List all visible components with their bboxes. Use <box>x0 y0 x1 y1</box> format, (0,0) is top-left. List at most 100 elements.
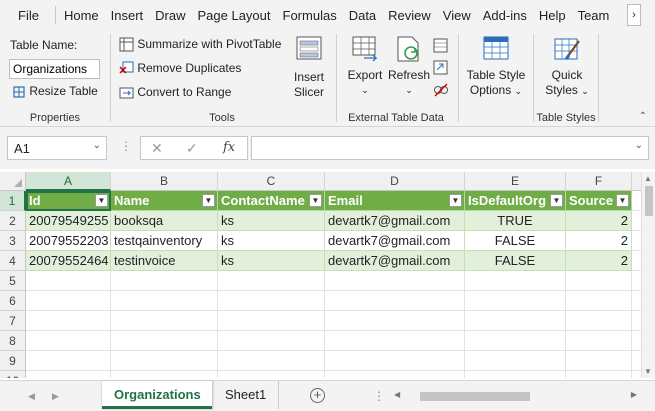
row-header[interactable]: 7 <box>0 311 26 331</box>
column-header[interactable]: B <box>111 172 218 191</box>
scroll-up-icon[interactable]: ▲ <box>644 174 652 183</box>
column-header-empty[interactable] <box>632 172 641 191</box>
empty-cell[interactable] <box>325 291 465 311</box>
empty-cell[interactable] <box>111 371 218 378</box>
enter-icon[interactable]: ✓ <box>186 140 198 157</box>
empty-cell[interactable] <box>566 271 632 291</box>
empty-cell[interactable] <box>465 271 566 291</box>
add-sheet-icon[interactable]: + <box>310 388 325 403</box>
horizontal-scrollbar[interactable]: ◀ ▶ <box>390 390 639 403</box>
next-sheet-icon[interactable]: ▶ <box>52 391 59 402</box>
table-cell[interactable]: devartk7@gmail.com <box>325 231 465 251</box>
vertical-scrollbar[interactable]: ▲ ▼ <box>641 172 655 378</box>
row-header[interactable]: 1 <box>0 191 26 211</box>
empty-cell[interactable] <box>632 371 641 378</box>
empty-cell[interactable] <box>325 351 465 371</box>
scroll-left-icon[interactable]: ◀ <box>394 390 400 399</box>
empty-cell[interactable] <box>325 331 465 351</box>
table-cell[interactable]: TRUE <box>465 211 566 231</box>
quick-styles-button[interactable]: Quick Styles ⌄ <box>540 34 594 99</box>
table-name-input[interactable] <box>9 59 100 79</box>
empty-cell[interactable] <box>218 351 325 371</box>
empty-cell[interactable] <box>26 371 111 378</box>
table-header-cell[interactable]: Source ▼ <box>566 191 632 211</box>
empty-cell[interactable] <box>465 311 566 331</box>
name-box[interactable]: A1 ⌄ <box>7 136 107 160</box>
convert-range-button[interactable]: Convert to Range <box>119 85 231 100</box>
insert-slicer-button[interactable]: Insert Slicer <box>289 34 329 100</box>
tab-data[interactable]: Data <box>343 8 382 23</box>
sheet-tab-sheet1[interactable]: Sheet1 <box>212 381 280 409</box>
tab-help[interactable]: Help <box>533 8 572 23</box>
table-cell[interactable]: devartk7@gmail.com <box>325 211 465 231</box>
empty-cell[interactable] <box>465 291 566 311</box>
empty-cell[interactable] <box>632 191 641 211</box>
properties-icon[interactable] <box>433 38 449 57</box>
refresh-button[interactable]: Refresh ⌄ <box>387 34 431 98</box>
table-cell[interactable]: ks <box>218 231 325 251</box>
table-header-cell[interactable]: Id ▼ <box>26 191 111 211</box>
empty-cell[interactable] <box>632 231 641 251</box>
row-header[interactable]: 5 <box>0 271 26 291</box>
empty-cell[interactable] <box>465 371 566 378</box>
empty-cell[interactable] <box>325 271 465 291</box>
filter-dropdown-icon[interactable]: ▼ <box>95 194 108 207</box>
row-header[interactable]: 8 <box>0 331 26 351</box>
table-cell[interactable]: 2 <box>566 211 632 231</box>
tab-formulas[interactable]: Formulas <box>277 8 343 23</box>
tab-add-ins[interactable]: Add-ins <box>477 8 533 23</box>
table-cell[interactable]: 20079549255 <box>26 211 111 231</box>
column-header[interactable]: A <box>26 172 111 191</box>
prev-sheet-icon[interactable]: ◀ <box>28 391 35 402</box>
more-options-icon[interactable]: ⋮ <box>120 139 132 153</box>
empty-cell[interactable] <box>111 331 218 351</box>
tab-insert[interactable]: Insert <box>105 8 150 23</box>
filter-dropdown-icon[interactable]: ▼ <box>550 194 563 207</box>
empty-cell[interactable] <box>111 271 218 291</box>
table-cell[interactable]: 2 <box>566 251 632 271</box>
empty-cell[interactable] <box>218 271 325 291</box>
table-cell[interactable]: FALSE <box>465 251 566 271</box>
row-header[interactable]: 3 <box>0 231 26 251</box>
more-options-icon[interactable]: ⋮ <box>373 389 385 403</box>
table-cell[interactable]: ks <box>218 251 325 271</box>
chevron-down-icon[interactable]: ⌄ <box>93 140 101 151</box>
tab-file[interactable]: File <box>0 8 53 23</box>
empty-cell[interactable] <box>218 371 325 378</box>
empty-cell[interactable] <box>566 331 632 351</box>
table-cell[interactable]: 20079552464 <box>26 251 111 271</box>
spreadsheet-grid[interactable]: A B C D E F 1 2 3 4 5 6 7 8 9 10 Id ▼ Nam… <box>0 172 641 378</box>
empty-cell[interactable] <box>632 311 641 331</box>
empty-cell[interactable] <box>632 291 641 311</box>
unlink-icon[interactable] <box>433 82 449 101</box>
formula-input[interactable]: ⌄ <box>251 136 649 160</box>
empty-cell[interactable] <box>325 311 465 331</box>
table-cell[interactable]: 2 <box>566 231 632 251</box>
sheet-tab-organizations[interactable]: Organizations <box>102 381 213 409</box>
empty-cell[interactable] <box>26 291 111 311</box>
table-style-options-button[interactable]: Table Style Options ⌄ <box>465 34 527 99</box>
empty-cell[interactable] <box>632 331 641 351</box>
column-header[interactable]: D <box>325 172 465 191</box>
tab-team[interactable]: Team <box>572 8 616 23</box>
collapse-ribbon-icon[interactable]: ⌃ <box>639 111 647 122</box>
empty-cell[interactable] <box>566 351 632 371</box>
table-cell[interactable]: devartk7@gmail.com <box>325 251 465 271</box>
row-header[interactable]: 6 <box>0 291 26 311</box>
scroll-right-icon[interactable]: ▶ <box>631 390 637 399</box>
insert-function-icon[interactable]: fx <box>223 140 235 155</box>
empty-cell[interactable] <box>26 331 111 351</box>
empty-cell[interactable] <box>566 311 632 331</box>
row-header[interactable]: 10 <box>0 371 26 378</box>
filter-dropdown-icon[interactable]: ▼ <box>202 194 215 207</box>
table-header-cell[interactable]: Name ▼ <box>111 191 218 211</box>
cancel-icon[interactable]: ✕ <box>151 140 163 157</box>
export-button[interactable]: Export ⌄ <box>345 34 385 98</box>
column-header[interactable]: C <box>218 172 325 191</box>
select-all-corner[interactable] <box>0 172 26 191</box>
empty-cell[interactable] <box>111 351 218 371</box>
tab-draw[interactable]: Draw <box>149 8 191 23</box>
summarize-pivot-button[interactable]: Summarize with PivotTable <box>119 37 281 52</box>
tab-review[interactable]: Review <box>382 8 437 23</box>
filter-dropdown-icon[interactable]: ▼ <box>309 194 322 207</box>
